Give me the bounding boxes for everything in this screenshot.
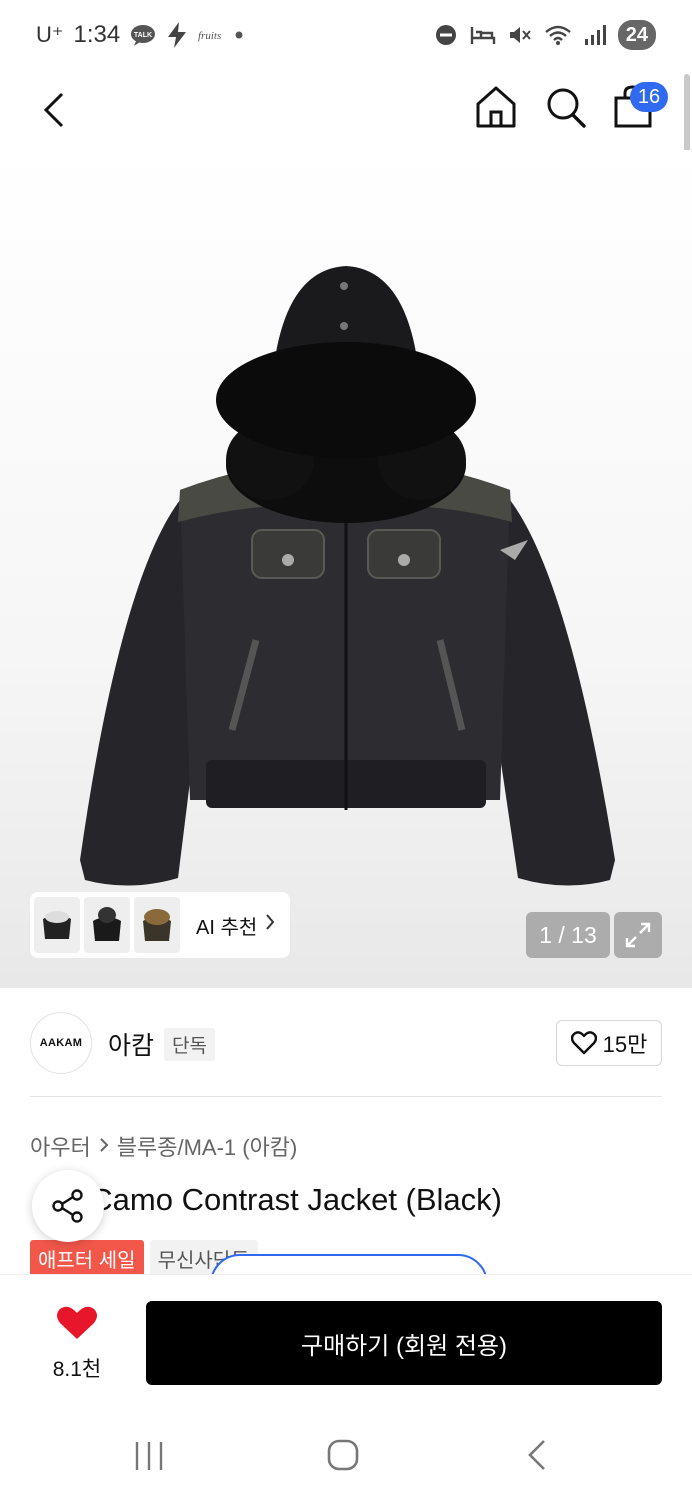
system-nav-bar	[0, 1416, 692, 1500]
image-counter: 1 / 13	[526, 912, 610, 958]
product-image-gallery[interactable]: AI 추천 1 / 13	[0, 150, 692, 988]
bottom-purchase-bar: 8.1천 구매하기 (회원 전용)	[0, 1274, 692, 1417]
chevron-right-icon	[265, 913, 275, 937]
search-icon[interactable]	[544, 84, 588, 135]
wifi-icon	[544, 24, 572, 46]
bolt-icon	[166, 22, 188, 48]
ai-recommend-label[interactable]: AI 추천	[196, 911, 257, 940]
share-icon	[52, 1189, 83, 1223]
dnd-icon	[434, 23, 458, 47]
recommend-thumbnail[interactable]	[84, 897, 130, 953]
breadcrumb-category[interactable]: 아우터	[30, 1130, 91, 1162]
system-back-icon[interactable]	[524, 1438, 550, 1477]
top-nav	[0, 70, 692, 150]
heart-filled-icon[interactable]	[56, 1305, 98, 1346]
cart-count-badge: 16	[630, 82, 668, 112]
clock: 1:34	[73, 21, 121, 48]
chevron-right-icon	[99, 1133, 109, 1159]
buy-button[interactable]: 구매하기 (회원 전용)	[146, 1301, 662, 1385]
share-button[interactable]	[32, 1170, 104, 1242]
dot-icon	[234, 30, 244, 40]
battery-indicator: 24	[617, 20, 656, 50]
bed-icon	[470, 24, 496, 46]
breadcrumb: 아우터 블루종/MA-1 (아캄)	[30, 1130, 297, 1162]
talk-icon: TALK	[130, 24, 156, 46]
ai-recommend-card[interactable]: AI 추천	[30, 892, 290, 958]
product-title-text: Camo Contrast Jacket (Black)	[90, 1182, 502, 1217]
status-bar: U⁺ 1:34 TALK fruits 24	[0, 0, 692, 70]
divider	[30, 1096, 662, 1097]
home-icon[interactable]	[474, 84, 518, 135]
like-count: 8.1천	[52, 1358, 102, 1381]
brand-like-count: 15만	[602, 1032, 648, 1057]
recent-apps-icon[interactable]	[133, 1440, 165, 1477]
brand-logo[interactable]: AAKAM	[30, 1012, 92, 1074]
product-image	[80, 266, 615, 886]
expand-icon[interactable]	[614, 912, 662, 958]
home-button-icon[interactable]	[326, 1438, 360, 1477]
recommend-thumbnail[interactable]	[34, 897, 80, 953]
app-icon: fruits	[198, 25, 224, 45]
svg-text:fruits: fruits	[198, 30, 221, 42]
sale-tag: 애프터 세일	[30, 1240, 144, 1277]
signal-icon	[584, 24, 606, 46]
brand-like-button[interactable]: 15만	[556, 1020, 662, 1066]
svg-text:TALK: TALK	[134, 32, 152, 39]
heart-outline-icon	[570, 1031, 597, 1055]
back-icon[interactable]	[34, 86, 74, 134]
brand-name[interactable]: 아캄	[108, 1026, 154, 1062]
mute-icon	[508, 24, 532, 46]
recommend-thumbnail[interactable]	[134, 897, 180, 953]
carrier-label: U⁺	[36, 22, 64, 47]
brand-row: AAKAM 아캄 단독 15만	[30, 1012, 662, 1074]
breadcrumb-subcategory[interactable]: 블루종/MA-1 (아캄)	[117, 1130, 298, 1162]
exclusive-badge: 단독	[164, 1028, 215, 1061]
